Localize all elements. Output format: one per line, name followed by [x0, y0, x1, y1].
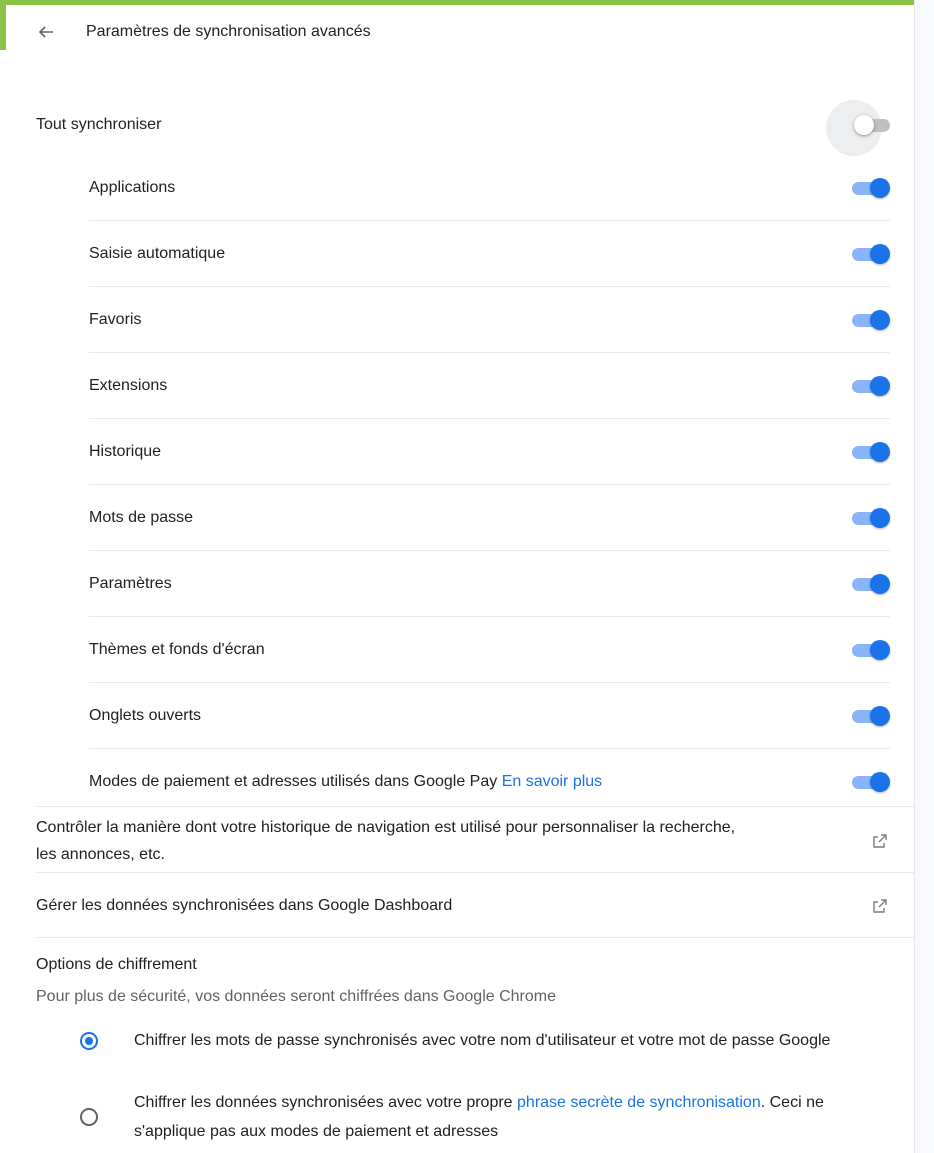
toggle-knob [870, 177, 890, 198]
sync-item-label: Modes de paiement et adresses utilisés d… [89, 772, 498, 790]
sync-item-label: Applications [89, 178, 176, 196]
sync-item-label: Favoris [89, 310, 142, 328]
dashboard-row[interactable]: Gérer les données synchronisées dans Goo… [36, 892, 890, 919]
window-top-accent [0, 0, 934, 5]
arrow-left-icon[interactable] [36, 22, 56, 42]
sync-item-applications: Applications [89, 155, 890, 221]
toggle-knob [870, 771, 890, 792]
sync-toggle-extensions[interactable] [850, 375, 890, 396]
sync-all-row: Tout synchroniser [36, 107, 890, 143]
history-control-row[interactable]: Contrôler la manière dont votre historiq… [36, 814, 890, 868]
sync-toggle-payments[interactable] [850, 771, 890, 792]
toggle-knob [870, 705, 890, 726]
toggle-knob [870, 375, 890, 396]
passphrase-link[interactable]: phrase secrète de synchronisation [517, 1094, 761, 1111]
toggle-knob [870, 507, 890, 528]
radio-google-password[interactable] [80, 1031, 98, 1050]
encryption-option-passphrase-text: Chiffrer les données synchronisées avec … [134, 1088, 870, 1146]
toggle-knob [870, 441, 890, 462]
learn-more-link[interactable]: En savoir plus [502, 773, 603, 790]
sync-items-list: Applications Saisie automatique Favoris … [89, 155, 890, 814]
sync-toggle-themes[interactable] [850, 639, 890, 660]
open-in-new-icon[interactable] [870, 896, 890, 916]
sync-item-label: Onglets ouverts [89, 706, 202, 724]
sync-all-toggle[interactable] [854, 115, 894, 135]
sync-item-label: Extensions [89, 376, 168, 394]
sync-item-label-wrapper: Modes de paiement et adresses utilisés d… [89, 773, 602, 791]
scrollbar-area[interactable] [914, 0, 934, 1153]
toggle-knob [870, 639, 890, 660]
sync-toggle-bookmarks[interactable] [850, 309, 890, 330]
encryption-option-google-text: Chiffrer les mots de passe synchronisés … [134, 1032, 831, 1049]
toggle-knob [870, 573, 890, 594]
divider [36, 937, 914, 938]
window-left-accent [0, 0, 6, 50]
open-in-new-icon[interactable] [870, 831, 890, 851]
sync-item-settings: Paramètres [89, 551, 890, 617]
sync-toggle-applications[interactable] [850, 177, 890, 198]
history-control-text: Contrôler la manière dont votre historiq… [36, 819, 736, 863]
sync-item-label: Saisie automatique [89, 244, 226, 262]
page-title: Paramètres de synchronisation avancés [86, 23, 371, 40]
sync-item-label: Thèmes et fonds d'écran [89, 640, 265, 658]
divider [36, 872, 914, 873]
encryption-title: Options de chiffrement [36, 956, 197, 973]
toggle-knob [870, 309, 890, 330]
sync-toggle-history[interactable] [850, 441, 890, 462]
encryption-option-google[interactable]: Chiffrer les mots de passe synchronisés … [80, 1026, 870, 1055]
sync-item-payments: Modes de paiement et adresses utilisés d… [89, 749, 890, 814]
sync-item-bookmarks: Favoris [89, 287, 890, 353]
sync-toggle-autofill[interactable] [850, 243, 890, 264]
encryption-subtitle: Pour plus de sécurité, vos données seron… [36, 988, 556, 1005]
radio-passphrase[interactable] [80, 1108, 98, 1126]
sync-item-label: Mots de passe [89, 508, 194, 526]
divider [36, 806, 914, 807]
sync-toggle-open-tabs[interactable] [850, 705, 890, 726]
toggle-knob [870, 243, 890, 264]
sync-item-history: Historique [89, 419, 890, 485]
sync-item-extensions: Extensions [89, 353, 890, 419]
sync-item-open-tabs: Onglets ouverts [89, 683, 890, 749]
sync-all-label: Tout synchroniser [36, 116, 162, 133]
toggle-knob [854, 115, 874, 135]
sync-toggle-passwords[interactable] [850, 507, 890, 528]
sync-item-passwords: Mots de passe [89, 485, 890, 551]
page-header: Paramètres de synchronisation avancés [36, 18, 371, 46]
sync-item-label: Paramètres [89, 574, 172, 592]
sync-item-autofill: Saisie automatique [89, 221, 890, 287]
dashboard-text: Gérer les données synchronisées dans Goo… [36, 897, 453, 914]
sync-toggle-settings[interactable] [850, 573, 890, 594]
option2-prefix: Chiffrer les données synchronisées avec … [134, 1094, 518, 1111]
encryption-option-passphrase[interactable]: Chiffrer les données synchronisées avec … [80, 1088, 870, 1146]
sync-item-themes: Thèmes et fonds d'écran [89, 617, 890, 683]
sync-item-label: Historique [89, 442, 162, 460]
